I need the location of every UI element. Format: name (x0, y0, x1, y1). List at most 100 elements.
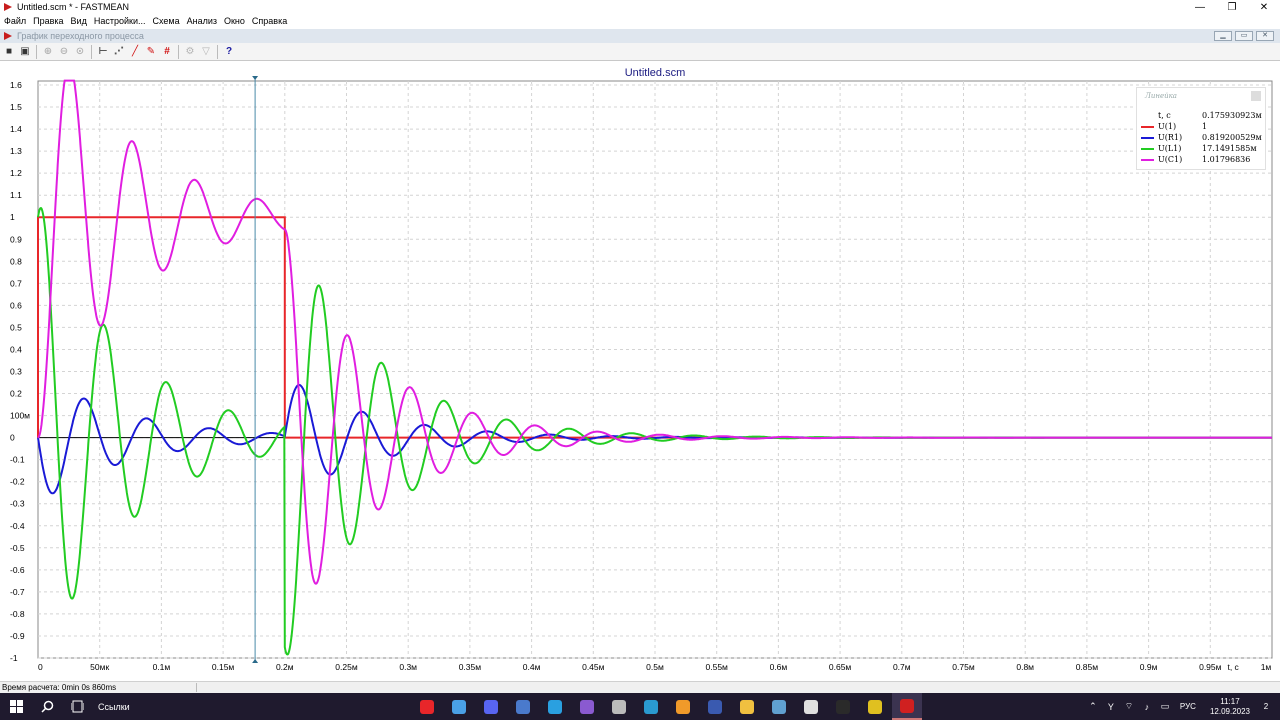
menu-analysis[interactable]: Анализ (187, 16, 217, 26)
search-button[interactable] (32, 693, 62, 720)
y-tick-label: -0.3 (10, 499, 25, 509)
notification-count: 2 (1263, 701, 1269, 711)
child-close-button[interactable]: ✕ (1256, 31, 1274, 41)
child-minimize-button[interactable]: ▁ (1214, 31, 1232, 41)
printer-app[interactable] (604, 693, 634, 720)
pen-red-button[interactable]: ✎ (144, 45, 158, 59)
x-tick-label: 0.4м (523, 662, 541, 672)
help-button[interactable]: ? (222, 45, 236, 59)
ruler-panel[interactable]: Линейка t, c 0.175930923м U(1) 1 U(R1) 0.81… (1136, 87, 1266, 170)
menu-scheme[interactable]: Схема (152, 16, 179, 26)
pycharm-app[interactable] (828, 693, 858, 720)
line-red-icon: ╱ (131, 46, 139, 57)
edge-app-icon (644, 699, 658, 714)
restore-button[interactable]: ❐ (1216, 0, 1248, 14)
telegram-app[interactable] (540, 693, 570, 720)
close-button[interactable]: ✕ (1248, 0, 1280, 14)
zoom-in-button[interactable]: ⊕ (41, 45, 55, 59)
notification-button[interactable]: 2 (1258, 700, 1274, 714)
yandex-app[interactable] (412, 693, 442, 720)
ruler-series-value: 1.01796836 (1202, 155, 1251, 164)
points-icon: ⋰ (114, 46, 124, 57)
tray-network-icon[interactable]: ⌔ (1122, 701, 1136, 712)
toolbar: ■ ▣ ⊕ ⊖ ⊙ ⊢ ⋰ ╱ ✎ # ⚙ ▽? (0, 43, 1280, 61)
notes-app[interactable] (764, 693, 794, 720)
language-indicator[interactable]: РУС (1180, 702, 1196, 711)
zoom-in-icon: ⊕ (43, 46, 53, 57)
transient-chart[interactable]: Untitled.scm 1.6 1.5 1.4 1.3 1.2 1.1 1 0.9 0.8 0.7… (0, 63, 1280, 677)
menu-file[interactable]: Файл (4, 16, 26, 26)
ruler-series-value: 17.1491585м (1202, 144, 1257, 153)
y-tick-label: 1 (10, 212, 15, 222)
save-app[interactable] (700, 693, 730, 720)
discord-app[interactable] (476, 693, 506, 720)
y-tick-label: 0.9 (10, 234, 22, 244)
visualstudio-app[interactable] (572, 693, 602, 720)
child-restore-button[interactable]: ▭ (1235, 31, 1253, 41)
git-app[interactable] (860, 693, 890, 720)
notes-app-icon (772, 699, 786, 714)
menu-view[interactable]: Вид (71, 16, 87, 26)
filter-button[interactable]: ▽ (199, 45, 213, 59)
save-app-icon (708, 699, 722, 714)
ruler-row: U(L1) 17.1491585м (1141, 143, 1265, 154)
x-tick-label: 0.75м (952, 662, 975, 672)
clock[interactable]: 11:17 12.09.2023 (1210, 697, 1250, 717)
tray-battery-icon[interactable]: ▭ (1158, 701, 1172, 712)
minimize-button[interactable]: — (1184, 0, 1216, 14)
y-tick-label: -0.2 (10, 477, 25, 487)
points-button[interactable]: ⋰ (112, 45, 126, 59)
menu-settings[interactable]: Настройки... (94, 16, 146, 26)
tray-yandex-icon[interactable]: Y (1104, 702, 1118, 712)
x-tick-label: 0.3м (399, 662, 417, 672)
ruler-button[interactable]: ⊢ (96, 45, 110, 59)
y-tick-label: 0.7 (10, 278, 22, 288)
y-tick-label: -0.1 (10, 455, 25, 465)
clock-date: 12.09.2023 (1209, 706, 1250, 716)
menu-edit[interactable]: Правка (33, 16, 63, 26)
tray-expand-icon[interactable]: ⌃ (1086, 701, 1100, 712)
fastmean-app-icon (900, 698, 914, 713)
line-red-button[interactable]: ╱ (128, 45, 142, 59)
save-button[interactable]: ■ (2, 45, 16, 59)
windows-icon (9, 700, 23, 713)
ruler-row: U(R1) 0.819200529м (1141, 132, 1265, 143)
chart-title: Untitled.scm (625, 67, 686, 79)
tray-volume-icon[interactable]: ♪ (1140, 702, 1154, 712)
fastmean-app[interactable] (892, 693, 922, 720)
zoom-out-button[interactable]: ⊖ (57, 45, 71, 59)
x-tick-label: 0.35м (459, 662, 482, 672)
ruler-header: Линейка (1145, 92, 1177, 100)
edge-app[interactable] (636, 693, 666, 720)
x-tick-label: 0.25м (335, 662, 358, 672)
system-tray: ⌃ Y ⌔ ♪ ▭ РУС 11:17 12.09.2023 2 (1084, 693, 1280, 720)
grid-red-button[interactable]: # (160, 45, 174, 59)
files-app-icon (452, 699, 466, 714)
x-tick-label: 0.5м (646, 662, 664, 672)
x-tick-label: 0.7м (893, 662, 911, 672)
start-button[interactable] (0, 693, 32, 720)
menu-window[interactable]: Окно (224, 16, 245, 26)
search-icon (40, 700, 53, 713)
discord-app-icon (484, 699, 498, 714)
y-tick-label: 1.2 (10, 168, 22, 178)
transient-plot[interactable]: Untitled.scm 1.6 1.5 1.4 1.3 1.2 1.1 1 0.9 0.8 0.7… (0, 63, 1280, 677)
ruler-close-button[interactable] (1251, 91, 1261, 101)
links-toolbar[interactable]: Ссылки (98, 702, 130, 712)
copy-button[interactable]: ▣ (18, 45, 32, 59)
zoom-fit-button[interactable]: ⊙ (73, 45, 87, 59)
settings-button[interactable]: ⚙ (183, 45, 197, 59)
menu-help[interactable]: Справка (252, 16, 287, 26)
y-tick-label: 1.5 (10, 102, 22, 112)
y-tick-label: 1.6 (10, 80, 22, 90)
files-app[interactable] (444, 693, 474, 720)
ruler-row: U(C1) 1.01796836 (1141, 154, 1265, 165)
calculator-app[interactable] (508, 693, 538, 720)
explorer-app[interactable] (732, 693, 762, 720)
sublime-app[interactable] (668, 693, 698, 720)
copy-icon: ▣ (20, 46, 30, 57)
word-app[interactable] (796, 693, 826, 720)
ruler-swatch (1141, 147, 1154, 150)
task-view-button[interactable] (62, 693, 92, 720)
ruler-series-value: 0.819200529м (1202, 133, 1262, 142)
